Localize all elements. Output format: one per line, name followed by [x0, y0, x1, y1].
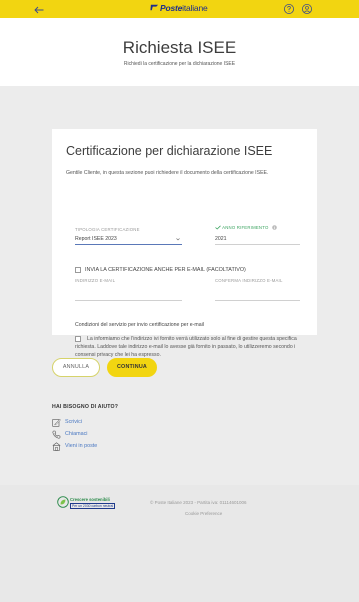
- email-option-checkbox[interactable]: [75, 267, 81, 273]
- check-icon: [215, 225, 221, 230]
- cookie-preference-link[interactable]: Cookie Preference: [185, 511, 222, 516]
- help-title: HAI BISOGNO DI AIUTO?: [52, 404, 119, 410]
- logo-poste-text: Poste: [160, 3, 183, 13]
- email-address-label: INDIRIZZO E-MAIL: [75, 278, 116, 283]
- poste-logo-icon: [150, 4, 159, 11]
- help-link-label: Chiamaci: [65, 431, 88, 437]
- anno-value: 2021: [215, 234, 300, 245]
- copyright-text: © Poste Italiane 2023 - Partita iva: 011…: [150, 500, 247, 505]
- post-office-icon: [52, 442, 61, 451]
- card-intro: Gentile Cliente, in questa sezione puoi …: [66, 170, 269, 176]
- footer: Crescere sostenibili Per un 2030 carbon …: [0, 485, 359, 602]
- page-header: Richiesta ISEE Richiedi la certificazion…: [0, 18, 359, 86]
- cancel-button[interactable]: ANNULLA: [52, 358, 100, 377]
- page-title: Richiesta ISEE: [122, 38, 237, 57]
- confirm-email-input[interactable]: [215, 289, 300, 301]
- page-subtitle: Richiedi la certificazione per la dichia…: [123, 61, 236, 67]
- email-address-input[interactable]: [75, 289, 182, 301]
- logo-italiane-text: italiane: [182, 3, 208, 13]
- help-link-chiamaci[interactable]: Chiamaci: [52, 430, 92, 440]
- badge-title: Crescere sostenibili: [70, 497, 110, 502]
- pencil-paper-icon: [52, 418, 61, 427]
- top-bar: Posteitaliane: [0, 0, 359, 18]
- info-icon[interactable]: [272, 225, 277, 230]
- help-icon[interactable]: [283, 3, 295, 15]
- help-link-label: Scrivici: [65, 419, 83, 425]
- chevron-down-icon: [176, 238, 180, 241]
- sustainability-leaf-icon: [57, 496, 69, 508]
- card-title: Certificazione per dichiarazione ISEE: [66, 144, 273, 158]
- conditions-title: Condizioni del servizio per invio certif…: [75, 322, 204, 328]
- anno-label-group: ANNO RIFERIMENTO: [215, 225, 277, 230]
- badge-subtitle: Per un 2030 carbon neutral: [70, 503, 116, 509]
- crescere-sostenibili-badge[interactable]: Crescere sostenibili Per un 2030 carbon …: [57, 495, 116, 515]
- user-icon[interactable]: [301, 3, 313, 15]
- help-link-vieni-in-poste[interactable]: Vieni in poste: [52, 442, 102, 452]
- help-link-scrivici[interactable]: Scrivici: [52, 418, 92, 428]
- anno-label: ANNO RIFERIMENTO: [222, 225, 269, 230]
- arrow-left-icon: [34, 6, 44, 14]
- back-button[interactable]: [30, 1, 48, 17]
- continue-button[interactable]: CONTINUA: [107, 358, 157, 377]
- poste-italiane-logo[interactable]: Posteitaliane: [150, 3, 208, 15]
- phone-icon: [52, 430, 61, 439]
- tipologia-label: TIPOLOGIA CERTIFICAZIONE: [75, 227, 140, 232]
- tipologia-selected-value: Report ISEE 2023: [75, 236, 117, 242]
- conditions-text: La informiamo che l'indirizzo ivi fornit…: [75, 336, 297, 358]
- email-option-label[interactable]: INVIA LA CERTIFICAZIONE ANCHE PER E-MAIL…: [85, 267, 246, 273]
- help-link-label: Vieni in poste: [65, 443, 98, 449]
- confirm-email-label: CONFERMA INDIRIZZO E-MAIL: [215, 278, 283, 283]
- tipologia-select[interactable]: Report ISEE 2023: [75, 234, 182, 245]
- certification-form-card: Certificazione per dichiarazione ISEE Ge…: [52, 129, 317, 358]
